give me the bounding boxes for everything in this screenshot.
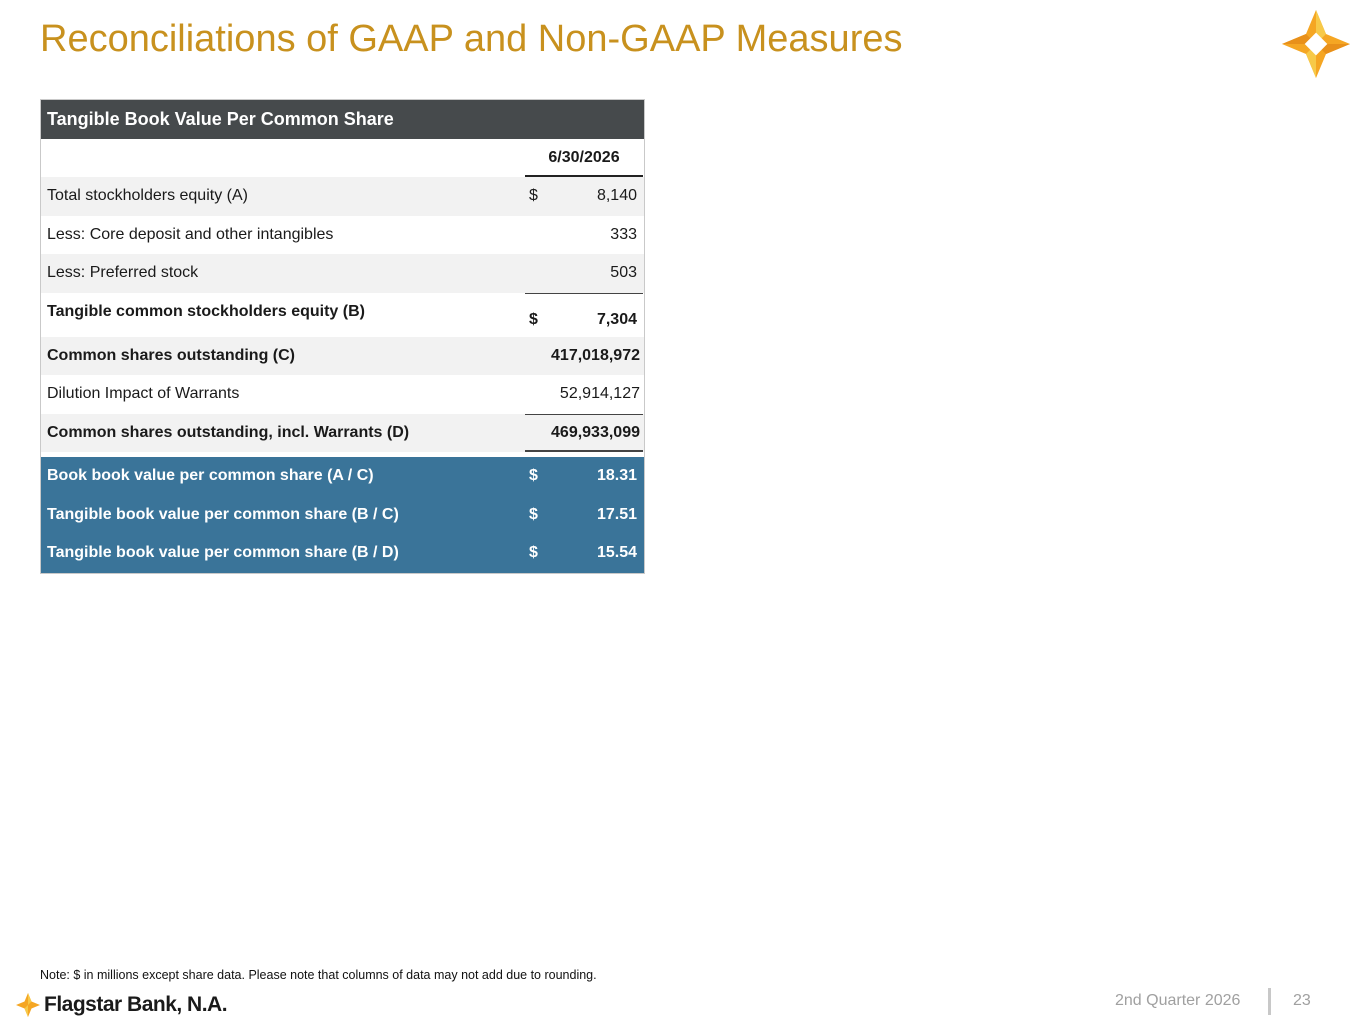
row-value: 15.54 bbox=[596, 544, 637, 561]
footer-separator bbox=[1268, 988, 1271, 1015]
row-currency: $ bbox=[529, 187, 538, 204]
page-number: 23 bbox=[1293, 992, 1311, 1009]
row-label: Tangible book value per common share (B … bbox=[47, 544, 399, 561]
row-label: Total stockholders equity (A) bbox=[47, 187, 248, 204]
row-value: 417,018,972 bbox=[551, 346, 640, 364]
row-value: 7,304 bbox=[596, 310, 637, 328]
row-label: Tangible book value per common share (B … bbox=[47, 505, 399, 523]
row-currency: $ bbox=[529, 467, 538, 484]
row-value: 503 bbox=[610, 264, 637, 281]
row-value: 333 bbox=[610, 225, 637, 243]
page-title: Reconciliations of GAAP and Non-GAAP Mea… bbox=[40, 18, 903, 60]
summary-row: Tangible book value per common share (B … bbox=[41, 534, 644, 573]
row-label: Common shares outstanding (C) bbox=[47, 346, 296, 364]
flagstar-star-icon bbox=[16, 993, 40, 1017]
summary-row: Tangible book value per common share (B … bbox=[41, 496, 644, 535]
row-value: 8,140 bbox=[596, 187, 637, 204]
table-header: Tangible Book Value Per Common Share bbox=[41, 100, 644, 139]
tbv-table: Tangible Book Value Per Common Share 6/3… bbox=[40, 99, 645, 574]
row-label: Book book value per common share (A / C) bbox=[47, 467, 374, 484]
row-label: Dilution Impact of Warrants bbox=[47, 385, 240, 402]
column-header-row: 6/30/2026 bbox=[41, 139, 644, 177]
summary-block: Book book value per common share (A / C)… bbox=[41, 457, 644, 573]
row-value: 469,933,099 bbox=[551, 423, 640, 441]
table-row: Dilution Impact of Warrants 52,914,127 bbox=[41, 375, 644, 414]
row-label: Tangible common stockholders equity (B) bbox=[47, 302, 365, 320]
table-row: Total stockholders equity (A) $ 8,140 bbox=[41, 177, 644, 216]
row-label: Less: Preferred stock bbox=[47, 264, 199, 281]
table-row: Common shares outstanding (C) 417,018,97… bbox=[41, 336, 644, 375]
table-row: Common shares outstanding, incl. Warrant… bbox=[41, 413, 644, 452]
total-underline bbox=[525, 450, 643, 452]
brand-logo: Flagstar Bank, N.A. bbox=[16, 992, 228, 1018]
row-label: Common shares outstanding, incl. Warrant… bbox=[47, 423, 410, 441]
row-currency: $ bbox=[529, 505, 538, 523]
row-value: 52,914,127 bbox=[559, 385, 640, 402]
row-currency: $ bbox=[529, 544, 538, 561]
brand-name: Flagstar Bank, N.A. bbox=[44, 993, 228, 1016]
row-currency: $ bbox=[529, 310, 538, 328]
subtotal-topline bbox=[525, 292, 643, 294]
summary-row: Book book value per common share (A / C)… bbox=[41, 457, 644, 496]
footnote: Note: $ in millions except share data. P… bbox=[40, 968, 597, 982]
quarter-label: 2nd Quarter 2026 bbox=[1115, 992, 1241, 1009]
subtotal-topline bbox=[525, 413, 643, 415]
row-value: 18.31 bbox=[596, 467, 637, 484]
row-label: Less: Core deposit and other intangibles bbox=[47, 225, 334, 243]
flagstar-star-icon bbox=[1282, 10, 1350, 78]
row-value: 17.51 bbox=[596, 505, 637, 523]
column-date: 6/30/2026 bbox=[548, 149, 620, 166]
table-row: Tangible common stockholders equity (B) … bbox=[41, 292, 644, 337]
table-row: Less: Preferred stock 503 bbox=[41, 254, 644, 293]
table-row: Less: Core deposit and other intangibles… bbox=[41, 215, 644, 254]
